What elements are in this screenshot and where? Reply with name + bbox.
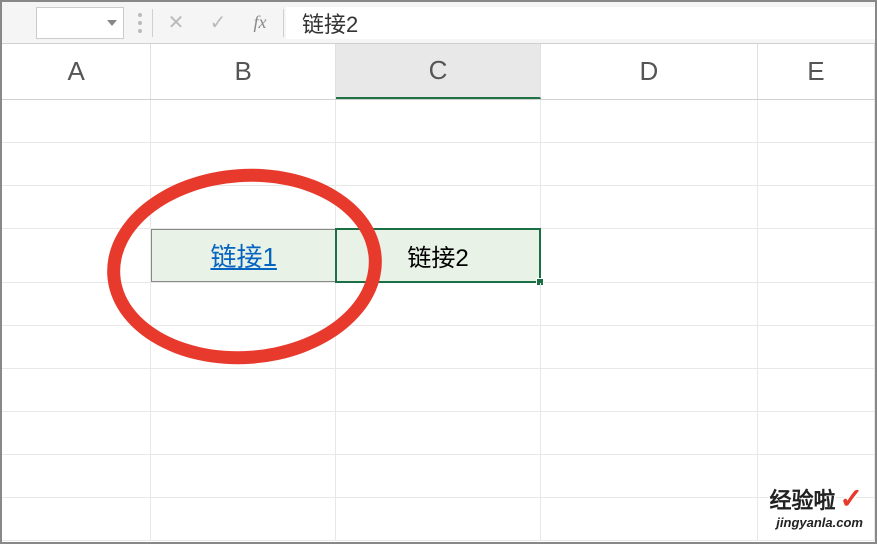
column-header-a[interactable]: A bbox=[2, 44, 151, 99]
cell-a1[interactable] bbox=[2, 100, 151, 142]
cell-c3[interactable] bbox=[336, 186, 541, 228]
cancel-button[interactable]: ✕ bbox=[155, 7, 197, 39]
cell-a9[interactable] bbox=[2, 455, 151, 497]
column-header-c[interactable]: C bbox=[336, 44, 541, 99]
cell-b3[interactable] bbox=[151, 186, 336, 228]
x-icon: ✕ bbox=[168, 10, 185, 35]
cell-d1[interactable] bbox=[541, 100, 758, 142]
cell-b2[interactable] bbox=[151, 143, 336, 185]
fx-button[interactable]: fx bbox=[239, 7, 281, 39]
dropdown-icon bbox=[107, 20, 117, 26]
table-row bbox=[2, 412, 875, 455]
cell-d8[interactable] bbox=[541, 412, 758, 454]
column-header-d[interactable]: D bbox=[541, 44, 758, 99]
check-icon: ✓ bbox=[840, 482, 863, 515]
table-row bbox=[2, 143, 875, 186]
cell-e8[interactable] bbox=[758, 412, 875, 454]
cell-d2[interactable] bbox=[541, 143, 758, 185]
grip-dots-icon bbox=[138, 13, 142, 33]
cell-e1[interactable] bbox=[758, 100, 875, 142]
divider bbox=[152, 9, 153, 37]
table-row bbox=[2, 455, 875, 498]
cell-a10[interactable] bbox=[2, 498, 151, 540]
check-icon: ✓ bbox=[210, 10, 227, 35]
cell-e5[interactable] bbox=[758, 283, 875, 325]
cell-b6[interactable] bbox=[151, 326, 336, 368]
watermark: 经验啦 ✓ jingyanla.com bbox=[770, 482, 863, 530]
column-header-b[interactable]: B bbox=[151, 44, 336, 99]
watermark-main: 经验啦 ✓ bbox=[770, 482, 863, 515]
cell-c8[interactable] bbox=[336, 412, 541, 454]
cell-a8[interactable] bbox=[2, 412, 151, 454]
watermark-url: jingyanla.com bbox=[770, 515, 863, 530]
cell-e4[interactable] bbox=[758, 229, 875, 282]
cell-a2[interactable] bbox=[2, 143, 151, 185]
fx-label: fx bbox=[254, 12, 267, 33]
hyperlink[interactable]: 链接1 bbox=[210, 237, 276, 274]
table-row bbox=[2, 283, 875, 326]
name-box[interactable] bbox=[36, 7, 124, 39]
formula-input[interactable]: 链接2 bbox=[286, 7, 875, 39]
cell-e3[interactable] bbox=[758, 186, 875, 228]
cell-text: 链接2 bbox=[407, 238, 468, 273]
cell-c2[interactable] bbox=[336, 143, 541, 185]
cell-a6[interactable] bbox=[2, 326, 151, 368]
cell-c4[interactable]: 链接2 bbox=[336, 229, 541, 282]
cell-a5[interactable] bbox=[2, 283, 151, 325]
cell-b8[interactable] bbox=[151, 412, 336, 454]
cell-b9[interactable] bbox=[151, 455, 336, 497]
cell-b7[interactable] bbox=[151, 369, 336, 411]
table-row bbox=[2, 326, 875, 369]
cell-b1[interactable] bbox=[151, 100, 336, 142]
cell-c10[interactable] bbox=[336, 498, 541, 540]
cell-d6[interactable] bbox=[541, 326, 758, 368]
cell-e7[interactable] bbox=[758, 369, 875, 411]
cell-c5[interactable] bbox=[336, 283, 541, 325]
cell-b4[interactable]: 链接1 bbox=[151, 229, 336, 282]
table-row: 链接1 链接2 bbox=[2, 229, 875, 283]
divider bbox=[283, 9, 284, 37]
cell-b5[interactable] bbox=[151, 283, 336, 325]
cell-d4[interactable] bbox=[541, 229, 758, 282]
confirm-button[interactable]: ✓ bbox=[197, 7, 239, 39]
watermark-text: 经验啦 bbox=[770, 483, 836, 515]
cell-e6[interactable] bbox=[758, 326, 875, 368]
cell-e2[interactable] bbox=[758, 143, 875, 185]
table-row bbox=[2, 186, 875, 229]
formula-bar: ✕ ✓ fx 链接2 bbox=[2, 2, 875, 44]
cell-c1[interactable] bbox=[336, 100, 541, 142]
cell-d9[interactable] bbox=[541, 455, 758, 497]
column-header-e[interactable]: E bbox=[758, 44, 875, 99]
cell-d5[interactable] bbox=[541, 283, 758, 325]
cell-c7[interactable] bbox=[336, 369, 541, 411]
grid-body: 链接1 链接2 bbox=[2, 100, 875, 541]
cell-a7[interactable] bbox=[2, 369, 151, 411]
formula-value: 链接2 bbox=[302, 7, 358, 39]
column-headers-row: A B C D E bbox=[2, 44, 875, 100]
cell-c6[interactable] bbox=[336, 326, 541, 368]
spreadsheet-grid: A B C D E 链接1 bbox=[2, 44, 875, 541]
table-row bbox=[2, 498, 875, 541]
cell-b10[interactable] bbox=[151, 498, 336, 540]
table-row bbox=[2, 369, 875, 412]
cell-d3[interactable] bbox=[541, 186, 758, 228]
cell-d7[interactable] bbox=[541, 369, 758, 411]
table-row bbox=[2, 100, 875, 143]
cell-a4[interactable] bbox=[2, 229, 151, 282]
cell-a3[interactable] bbox=[2, 186, 151, 228]
cell-c9[interactable] bbox=[336, 455, 541, 497]
cell-d10[interactable] bbox=[541, 498, 758, 540]
